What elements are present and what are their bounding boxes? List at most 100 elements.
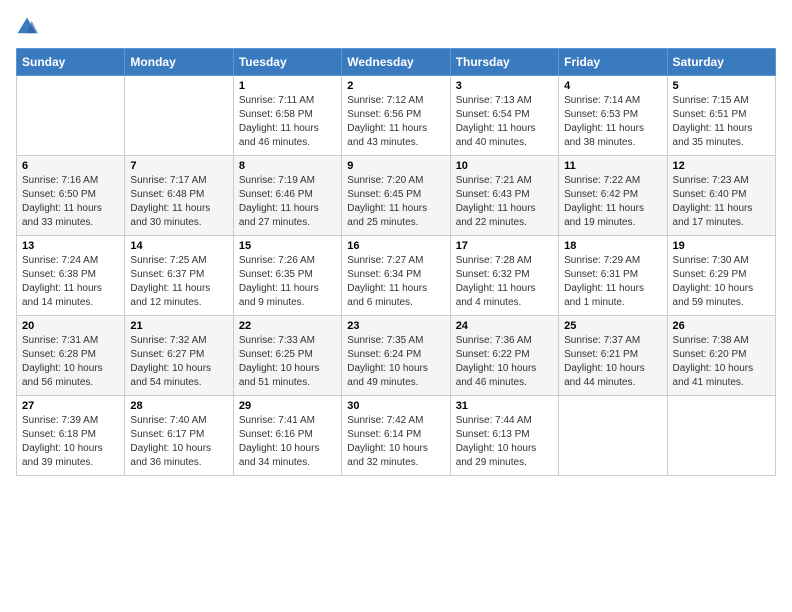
day-info: Sunrise: 7:23 AM Sunset: 6:40 PM Dayligh…	[673, 174, 770, 230]
header-day-wednesday: Wednesday	[342, 49, 450, 76]
calendar-body: 1 Sunrise: 7:11 AM Sunset: 6:58 PM Daylig…	[17, 76, 776, 476]
calendar-cell: 30 Sunrise: 7:42 AM Sunset: 6:14 PM Dayli…	[342, 396, 450, 476]
header-day-monday: Monday	[125, 49, 233, 76]
day-number: 15	[239, 240, 336, 252]
calendar-cell	[17, 76, 125, 156]
day-info: Sunrise: 7:29 AM Sunset: 6:31 PM Dayligh…	[564, 254, 661, 310]
day-info: Sunrise: 7:25 AM Sunset: 6:37 PM Dayligh…	[130, 254, 227, 310]
day-number: 8	[239, 160, 336, 172]
day-number: 12	[673, 160, 770, 172]
day-number: 31	[456, 400, 553, 412]
day-number: 30	[347, 400, 444, 412]
day-info: Sunrise: 7:32 AM Sunset: 6:27 PM Dayligh…	[130, 334, 227, 390]
calendar-cell	[125, 76, 233, 156]
day-info: Sunrise: 7:41 AM Sunset: 6:16 PM Dayligh…	[239, 414, 336, 470]
day-info: Sunrise: 7:17 AM Sunset: 6:48 PM Dayligh…	[130, 174, 227, 230]
calendar-cell: 9Sunrise: 7:20 AM Sunset: 6:45 PM Daylig…	[342, 156, 450, 236]
calendar-week-4: 20 Sunrise: 7:31 AM Sunset: 6:28 PM Dayli…	[17, 316, 776, 396]
day-info: Sunrise: 7:21 AM Sunset: 6:43 PM Dayligh…	[456, 174, 553, 230]
day-info: Sunrise: 7:11 AM Sunset: 6:58 PM Dayligh…	[239, 94, 336, 150]
calendar-cell: 2Sunrise: 7:12 AM Sunset: 6:56 PM Daylig…	[342, 76, 450, 156]
day-number: 4	[564, 80, 661, 92]
calendar-cell: 17 Sunrise: 7:28 AM Sunset: 6:32 PM Dayli…	[450, 236, 558, 316]
day-number: 19	[673, 240, 770, 252]
calendar-cell: 24Sunrise: 7:36 AM Sunset: 6:22 PM Dayli…	[450, 316, 558, 396]
day-number: 27	[22, 400, 119, 412]
day-info: Sunrise: 7:35 AM Sunset: 6:24 PM Dayligh…	[347, 334, 444, 390]
day-number: 25	[564, 320, 661, 332]
calendar-cell: 8 Sunrise: 7:19 AM Sunset: 6:46 PM Daylig…	[233, 156, 341, 236]
day-info: Sunrise: 7:40 AM Sunset: 6:17 PM Dayligh…	[130, 414, 227, 470]
calendar-cell: 21 Sunrise: 7:32 AM Sunset: 6:27 PM Dayli…	[125, 316, 233, 396]
calendar-cell: 6Sunrise: 7:16 AM Sunset: 6:50 PM Daylig…	[17, 156, 125, 236]
day-number: 14	[130, 240, 227, 252]
calendar-cell: 25 Sunrise: 7:37 AM Sunset: 6:21 PM Dayli…	[559, 316, 667, 396]
calendar-week-5: 27 Sunrise: 7:39 AM Sunset: 6:18 PM Dayli…	[17, 396, 776, 476]
calendar-week-1: 1 Sunrise: 7:11 AM Sunset: 6:58 PM Daylig…	[17, 76, 776, 156]
calendar-cell: 15 Sunrise: 7:26 AM Sunset: 6:35 PM Dayli…	[233, 236, 341, 316]
day-info: Sunrise: 7:31 AM Sunset: 6:28 PM Dayligh…	[22, 334, 119, 390]
calendar-cell: 16Sunrise: 7:27 AM Sunset: 6:34 PM Dayli…	[342, 236, 450, 316]
day-info: Sunrise: 7:42 AM Sunset: 6:14 PM Dayligh…	[347, 414, 444, 470]
day-info: Sunrise: 7:39 AM Sunset: 6:18 PM Dayligh…	[22, 414, 119, 470]
calendar-cell: 26 Sunrise: 7:38 AM Sunset: 6:20 PM Dayli…	[667, 316, 775, 396]
day-info: Sunrise: 7:12 AM Sunset: 6:56 PM Dayligh…	[347, 94, 444, 150]
day-info: Sunrise: 7:16 AM Sunset: 6:50 PM Dayligh…	[22, 174, 119, 230]
calendar-cell: 3Sunrise: 7:13 AM Sunset: 6:54 PM Daylig…	[450, 76, 558, 156]
day-number: 17	[456, 240, 553, 252]
calendar-cell: 29 Sunrise: 7:41 AM Sunset: 6:16 PM Dayli…	[233, 396, 341, 476]
calendar-cell: 13 Sunrise: 7:24 AM Sunset: 6:38 PM Dayli…	[17, 236, 125, 316]
calendar-cell: 12 Sunrise: 7:23 AM Sunset: 6:40 PM Dayli…	[667, 156, 775, 236]
day-number: 20	[22, 320, 119, 332]
day-number: 24	[456, 320, 553, 332]
day-info: Sunrise: 7:28 AM Sunset: 6:32 PM Dayligh…	[456, 254, 553, 310]
calendar-cell: 31Sunrise: 7:44 AM Sunset: 6:13 PM Dayli…	[450, 396, 558, 476]
header-day-sunday: Sunday	[17, 49, 125, 76]
day-info: Sunrise: 7:24 AM Sunset: 6:38 PM Dayligh…	[22, 254, 119, 310]
calendar-cell: 11 Sunrise: 7:22 AM Sunset: 6:42 PM Dayli…	[559, 156, 667, 236]
day-number: 21	[130, 320, 227, 332]
day-info: Sunrise: 7:26 AM Sunset: 6:35 PM Dayligh…	[239, 254, 336, 310]
calendar-cell: 4 Sunrise: 7:14 AM Sunset: 6:53 PM Daylig…	[559, 76, 667, 156]
day-info: Sunrise: 7:38 AM Sunset: 6:20 PM Dayligh…	[673, 334, 770, 390]
day-info: Sunrise: 7:15 AM Sunset: 6:51 PM Dayligh…	[673, 94, 770, 150]
calendar-cell: 28 Sunrise: 7:40 AM Sunset: 6:17 PM Dayli…	[125, 396, 233, 476]
day-number: 3	[456, 80, 553, 92]
day-number: 29	[239, 400, 336, 412]
day-number: 23	[347, 320, 444, 332]
calendar-cell: 27 Sunrise: 7:39 AM Sunset: 6:18 PM Dayli…	[17, 396, 125, 476]
day-number: 28	[130, 400, 227, 412]
day-number: 5	[673, 80, 770, 92]
calendar-week-2: 6Sunrise: 7:16 AM Sunset: 6:50 PM Daylig…	[17, 156, 776, 236]
day-info: Sunrise: 7:14 AM Sunset: 6:53 PM Dayligh…	[564, 94, 661, 150]
header-day-friday: Friday	[559, 49, 667, 76]
day-number: 18	[564, 240, 661, 252]
day-number: 11	[564, 160, 661, 172]
day-info: Sunrise: 7:19 AM Sunset: 6:46 PM Dayligh…	[239, 174, 336, 230]
day-number: 10	[456, 160, 553, 172]
calendar-cell: 20 Sunrise: 7:31 AM Sunset: 6:28 PM Dayli…	[17, 316, 125, 396]
calendar-table: SundayMondayTuesdayWednesdayThursdayFrid…	[16, 48, 776, 476]
day-number: 7	[130, 160, 227, 172]
calendar-header-row: SundayMondayTuesdayWednesdayThursdayFrid…	[17, 49, 776, 76]
day-info: Sunrise: 7:33 AM Sunset: 6:25 PM Dayligh…	[239, 334, 336, 390]
header	[16, 16, 776, 38]
day-info: Sunrise: 7:27 AM Sunset: 6:34 PM Dayligh…	[347, 254, 444, 310]
day-info: Sunrise: 7:37 AM Sunset: 6:21 PM Dayligh…	[564, 334, 661, 390]
calendar-cell: 19Sunrise: 7:30 AM Sunset: 6:29 PM Dayli…	[667, 236, 775, 316]
calendar-cell: 14 Sunrise: 7:25 AM Sunset: 6:37 PM Dayli…	[125, 236, 233, 316]
header-day-tuesday: Tuesday	[233, 49, 341, 76]
logo	[16, 16, 42, 38]
day-number: 9	[347, 160, 444, 172]
header-day-saturday: Saturday	[667, 49, 775, 76]
calendar-cell: 1 Sunrise: 7:11 AM Sunset: 6:58 PM Daylig…	[233, 76, 341, 156]
header-day-thursday: Thursday	[450, 49, 558, 76]
calendar-cell	[559, 396, 667, 476]
calendar-cell: 23 Sunrise: 7:35 AM Sunset: 6:24 PM Dayli…	[342, 316, 450, 396]
calendar-cell: 22Sunrise: 7:33 AM Sunset: 6:25 PM Dayli…	[233, 316, 341, 396]
day-number: 1	[239, 80, 336, 92]
calendar-cell: 18 Sunrise: 7:29 AM Sunset: 6:31 PM Dayli…	[559, 236, 667, 316]
day-number: 26	[673, 320, 770, 332]
day-number: 13	[22, 240, 119, 252]
day-info: Sunrise: 7:22 AM Sunset: 6:42 PM Dayligh…	[564, 174, 661, 230]
